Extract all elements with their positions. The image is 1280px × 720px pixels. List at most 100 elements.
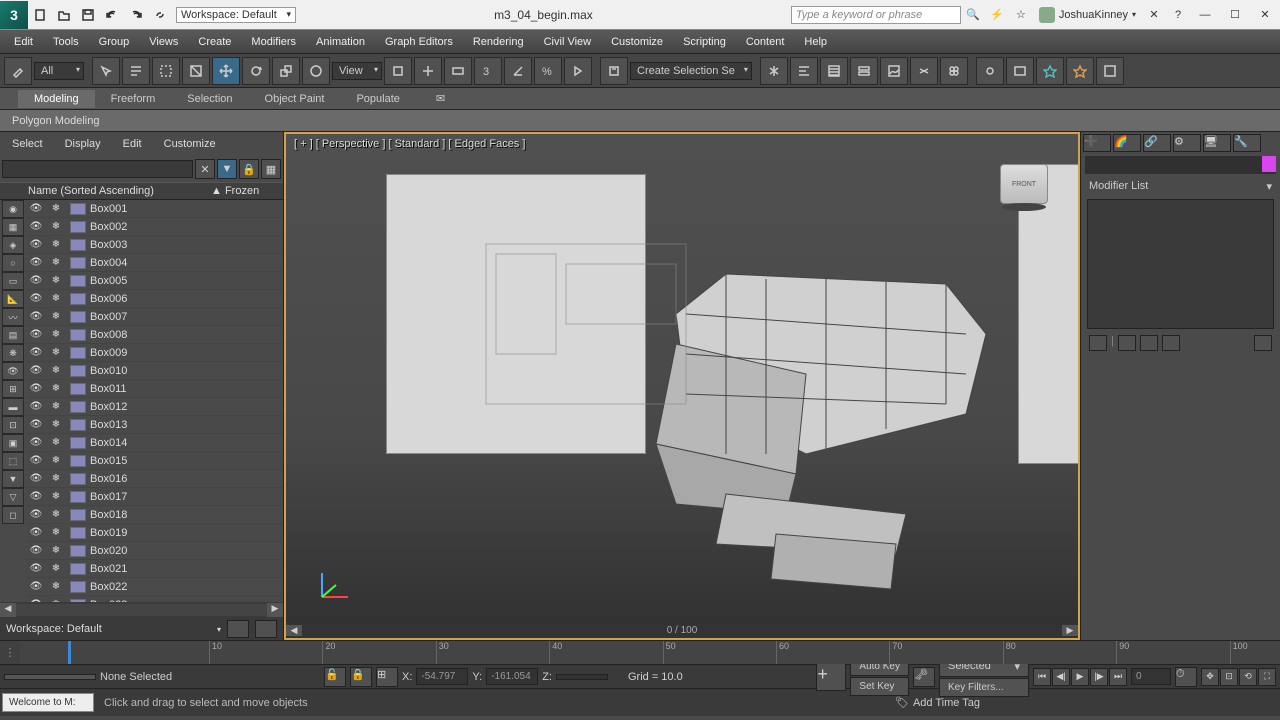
- next-frame-icon[interactable]: |▶: [1090, 668, 1108, 686]
- filter-type-9[interactable]: 👁: [2, 362, 24, 380]
- ribbon-tab-populate[interactable]: Populate: [340, 90, 415, 108]
- remove-mod-icon[interactable]: [1162, 335, 1180, 351]
- modifier-stack[interactable]: [1087, 199, 1274, 329]
- goto-end-icon[interactable]: ⏭: [1109, 668, 1127, 686]
- rotate-tool[interactable]: [242, 57, 270, 85]
- ribbon-tab-selection[interactable]: Selection: [171, 90, 248, 108]
- menu-modifiers[interactable]: Modifiers: [241, 33, 306, 51]
- menu-create[interactable]: Create: [188, 33, 241, 51]
- filter-type-0[interactable]: ◉: [2, 200, 24, 218]
- modify-tab-icon[interactable]: 🌈: [1113, 134, 1141, 152]
- menu-group[interactable]: Group: [89, 33, 140, 51]
- layer-explorer-icon[interactable]: [820, 57, 848, 85]
- hierarchy-tab-icon[interactable]: 🔗: [1143, 134, 1171, 152]
- visibility-icon[interactable]: 👁: [26, 203, 46, 214]
- list-item[interactable]: 👁❄Box006: [26, 290, 283, 308]
- viewport[interactable]: FRONT [ + ] [ Perspective ] [ Standard ]…: [284, 132, 1080, 640]
- timeline[interactable]: ⋮ 102030405060708090100: [0, 640, 1280, 664]
- scene-tab-edit[interactable]: Edit: [113, 135, 152, 153]
- visibility-icon[interactable]: 👁: [26, 527, 46, 538]
- menu-edit[interactable]: Edit: [4, 33, 43, 51]
- list-item[interactable]: 👁❄Box002: [26, 218, 283, 236]
- menu-rendering[interactable]: Rendering: [463, 33, 534, 51]
- x-value[interactable]: -54.797: [416, 668, 468, 685]
- freeze-icon[interactable]: ❄: [46, 203, 66, 214]
- visibility-icon[interactable]: 👁: [26, 491, 46, 502]
- visibility-icon[interactable]: 👁: [26, 221, 46, 232]
- filter-type-17[interactable]: ◻: [2, 506, 24, 524]
- ribbon-tab-freeform[interactable]: Freeform: [95, 90, 172, 108]
- menu-civil-view[interactable]: Civil View: [534, 33, 601, 51]
- pan-view-icon[interactable]: ✥: [1201, 668, 1219, 686]
- menu-help[interactable]: Help: [794, 33, 837, 51]
- list-item[interactable]: 👁❄Box010: [26, 362, 283, 380]
- scale-tool[interactable]: [272, 57, 300, 85]
- workspace-dropdown[interactable]: Workspace: Default: [176, 7, 296, 23]
- viewport-label[interactable]: [ + ] [ Perspective ] [ Standard ] [ Edg…: [294, 138, 525, 150]
- visibility-icon[interactable]: 👁: [26, 509, 46, 520]
- name-column[interactable]: Name (Sorted Ascending): [0, 185, 211, 197]
- list-item[interactable]: 👁❄Box008: [26, 326, 283, 344]
- list-item[interactable]: 👁❄Box001: [26, 200, 283, 218]
- freeze-icon[interactable]: ❄: [46, 383, 66, 394]
- list-item[interactable]: 👁❄Box017: [26, 488, 283, 506]
- filter-type-1[interactable]: ▦: [2, 218, 24, 236]
- visibility-icon[interactable]: 👁: [26, 275, 46, 286]
- freeze-icon[interactable]: ❄: [46, 401, 66, 412]
- freeze-icon[interactable]: ❄: [46, 365, 66, 376]
- filter-type-15[interactable]: ▼: [2, 470, 24, 488]
- menu-customize[interactable]: Customize: [601, 33, 673, 51]
- brush-icon[interactable]: [4, 57, 32, 85]
- viewport-scrollbar[interactable]: ◀0 / 100▶: [286, 622, 1078, 638]
- list-item[interactable]: 👁❄Box011: [26, 380, 283, 398]
- new-file-icon[interactable]: [29, 4, 51, 26]
- manipulate-icon[interactable]: [414, 57, 442, 85]
- selection-filter-dropdown[interactable]: All: [34, 62, 84, 80]
- binoculars-icon[interactable]: 🔍: [962, 4, 984, 26]
- mirror-icon[interactable]: [760, 57, 788, 85]
- visibility-icon[interactable]: 👁: [26, 455, 46, 466]
- undo-icon[interactable]: [101, 4, 123, 26]
- visibility-icon[interactable]: 👁: [26, 473, 46, 484]
- freeze-icon[interactable]: ❄: [46, 239, 66, 250]
- time-config-icon[interactable]: ⏱: [1175, 667, 1197, 687]
- visibility-icon[interactable]: 👁: [26, 293, 46, 304]
- list-item[interactable]: 👁❄Box019: [26, 524, 283, 542]
- percent-snap-icon[interactable]: %: [534, 57, 562, 85]
- ribbon-tab-object-paint[interactable]: Object Paint: [249, 90, 341, 108]
- freeze-icon[interactable]: ❄: [46, 257, 66, 268]
- curve-editor-icon[interactable]: [880, 57, 908, 85]
- horizontal-scrollbar[interactable]: ◀▶: [0, 602, 283, 618]
- scene-tab-select[interactable]: Select: [2, 135, 53, 153]
- align-icon[interactable]: [790, 57, 818, 85]
- envelope-icon[interactable]: ✉: [436, 92, 445, 105]
- close-panel-icon[interactable]: ✕: [1143, 4, 1165, 26]
- freeze-icon[interactable]: ❄: [46, 293, 66, 304]
- visibility-icon[interactable]: 👁: [26, 311, 46, 322]
- window-crossing-icon[interactable]: [182, 57, 210, 85]
- freeze-icon[interactable]: ❄: [46, 581, 66, 592]
- key-mode-icon[interactable]: 🗝: [913, 667, 935, 687]
- create-tab-icon[interactable]: ➕: [1083, 134, 1111, 152]
- show-end-icon[interactable]: [1118, 335, 1136, 351]
- freeze-icon[interactable]: ❄: [46, 275, 66, 286]
- maximize-button[interactable]: ☐: [1220, 3, 1250, 27]
- redo-icon[interactable]: [125, 4, 147, 26]
- orbit-icon[interactable]: ⟲: [1239, 668, 1257, 686]
- filter-type-12[interactable]: ⊡: [2, 416, 24, 434]
- scene-tab-display[interactable]: Display: [55, 135, 111, 153]
- rect-select-icon[interactable]: [152, 57, 180, 85]
- motion-tab-icon[interactable]: ⚙: [1173, 134, 1201, 152]
- open-file-icon[interactable]: [53, 4, 75, 26]
- scene-search-input[interactable]: [2, 160, 193, 178]
- freeze-icon[interactable]: ❄: [46, 473, 66, 484]
- menu-scripting[interactable]: Scripting: [673, 33, 736, 51]
- pin-stack-icon[interactable]: [1089, 335, 1107, 351]
- filter-type-7[interactable]: ▤: [2, 326, 24, 344]
- visibility-icon[interactable]: 👁: [26, 581, 46, 592]
- list-item[interactable]: 👁❄Box022: [26, 578, 283, 596]
- render-iterative-icon[interactable]: [1066, 57, 1094, 85]
- add-key-button[interactable]: +: [816, 663, 846, 691]
- utilities-tab-icon[interactable]: 🔧: [1233, 134, 1261, 152]
- playhead[interactable]: [68, 641, 71, 664]
